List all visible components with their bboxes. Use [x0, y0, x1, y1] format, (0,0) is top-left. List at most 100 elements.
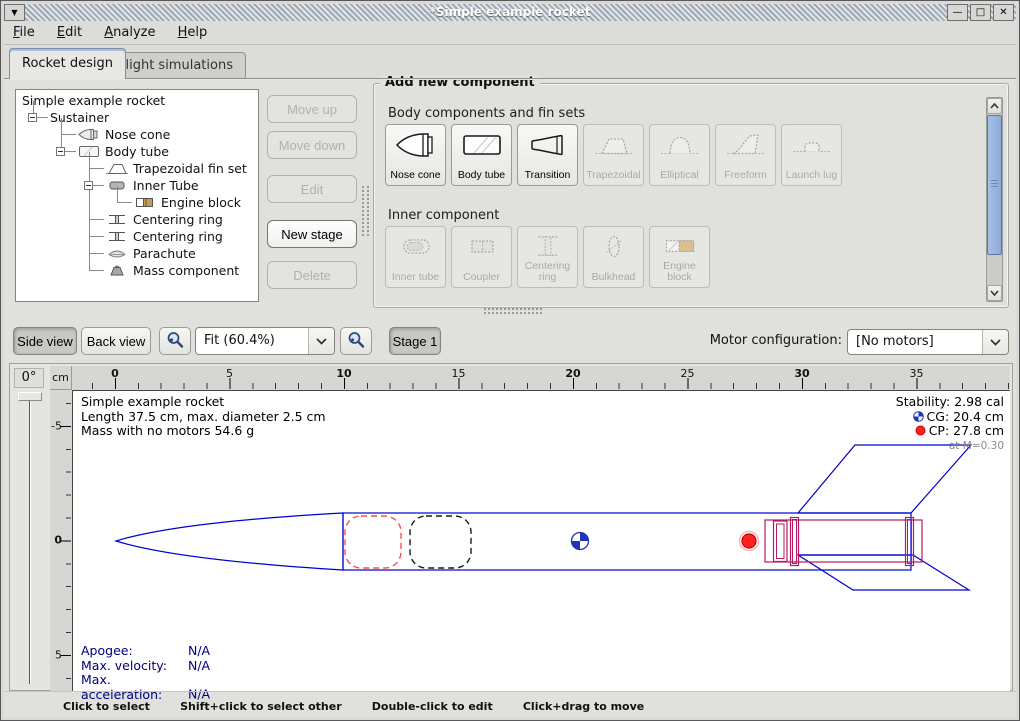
max-velocity-row: Max. velocity:N/A [81, 659, 210, 674]
tree-item-sustainer[interactable]: Sustainer Nose cone [50, 109, 258, 279]
tree-item-engine-block[interactable]: Engine block [134, 194, 258, 211]
rotation-slider-track[interactable] [29, 401, 31, 684]
close-button[interactable]: ✕ [993, 4, 1014, 21]
zoom-out-button[interactable] [159, 327, 191, 355]
add-coupler-button[interactable]: Coupler [451, 226, 512, 288]
rotation-slider-handle[interactable] [18, 392, 42, 401]
maximize-icon: □ [976, 7, 985, 18]
cp-marker [740, 532, 759, 551]
zoom-select[interactable]: Fit (60.4%) [195, 327, 335, 355]
inner-components-row: Inner tube Coupler Centering ring Bulkhe… [385, 226, 710, 288]
tree-item-parachute[interactable]: Parachute [106, 245, 258, 262]
scrollbar-thumb[interactable] [987, 115, 1002, 255]
comp-label: Trapezoidal [586, 170, 640, 181]
component-panel-scrollbar[interactable] [986, 97, 1003, 302]
rocket-info: Simple example rocket Length 37.5 cm, ma… [81, 395, 326, 439]
menu-edit[interactable]: Edit [48, 21, 91, 43]
add-inner-tube-button[interactable]: Inner tube [385, 226, 446, 288]
rocket-view-panel: 0° cm 0 5 10 15 20 25 30 35 -5 0 [9, 363, 1013, 691]
tree-label: Mass component [133, 263, 239, 278]
tree-label: Nose cone [105, 127, 170, 142]
edit-button[interactable]: Edit [267, 175, 357, 203]
magnifier-minus-icon [166, 331, 184, 349]
centering-ring-outline [791, 518, 799, 566]
stage-1-button[interactable]: Stage 1 [389, 327, 441, 355]
comp-label: Engine block [655, 261, 705, 283]
nose-cone-icon [394, 130, 438, 160]
motor-configuration-select[interactable]: [No motors] [847, 329, 1009, 355]
maximize-button[interactable]: □ [970, 4, 991, 21]
move-up-button[interactable]: Move up [267, 95, 357, 123]
add-centering-ring-button[interactable]: Centering ring [517, 226, 578, 288]
lower-fin-outline [798, 555, 969, 590]
add-freeform-fin-button[interactable]: Freeform [715, 124, 776, 186]
apogee-row: Apogee:N/A [81, 644, 210, 659]
tree-item-inner-tube[interactable]: Inner Tube Engine block [106, 177, 258, 211]
mach-note: at M=0.30 [896, 439, 1004, 454]
hint-double-click: Double-click to edit [372, 700, 493, 713]
v-ruler-label: 0 [54, 534, 62, 547]
component-tree[interactable]: Simple example rocket Sustainer Nose con… [15, 89, 259, 302]
tree-item-body-tube[interactable]: Body tube Trapezoidal fin set [78, 143, 258, 279]
tree-item-centering-ring-2[interactable]: Centering ring [106, 228, 258, 245]
add-body-tube-button[interactable]: Body tube [451, 124, 512, 186]
chevron-down-icon [316, 338, 327, 345]
stability-info: Stability: 2.98 cal CG: 20.4 cm CP: 27.8… [896, 395, 1004, 453]
side-view-button[interactable]: Side view [13, 327, 77, 355]
hint-shift-click: Shift+click to select other [180, 700, 342, 713]
comp-label: Bulkhead [588, 272, 640, 283]
h-ruler-label: 35 [910, 367, 924, 380]
minimize-button[interactable]: — [947, 4, 968, 21]
add-trapezoidal-fin-button[interactable]: Trapezoidal [583, 124, 644, 186]
zoom-select-arrow[interactable] [308, 328, 334, 354]
motor-configuration-arrow[interactable] [982, 330, 1008, 354]
comp-label: Nose cone [390, 170, 440, 181]
max-velocity-value: N/A [188, 658, 210, 673]
inner-tube-outline [765, 520, 922, 562]
minimize-icon: — [953, 7, 963, 18]
tree-item-nose-cone[interactable]: Nose cone [78, 126, 258, 143]
max-velocity-label: Max. velocity: [81, 659, 188, 674]
move-down-button[interactable]: Move down [267, 131, 357, 159]
tab-pane-edge [4, 78, 1016, 80]
tree-item-mass-component[interactable]: Mass component [106, 262, 258, 279]
zoom-in-button[interactable] [340, 327, 372, 355]
tree-label: Parachute [133, 246, 196, 261]
menu-help[interactable]: Help [169, 21, 217, 43]
comp-label: Elliptical [660, 170, 699, 181]
rotation-value: 0° [14, 368, 44, 388]
delete-button[interactable]: Delete [267, 261, 357, 289]
collapse-icon[interactable] [28, 113, 37, 122]
collapse-icon[interactable] [56, 147, 65, 156]
add-elliptical-fin-button[interactable]: Elliptical [649, 124, 710, 186]
tree-label: Body tube [105, 144, 169, 159]
tab-flight-simulations[interactable]: Flight simulations [105, 52, 246, 79]
coupler-icon [460, 232, 504, 262]
horizontal-ruler: 0 5 10 15 20 25 30 35 [72, 366, 1010, 390]
back-view-button[interactable]: Back view [81, 327, 151, 355]
tree-item-centering-ring-1[interactable]: Centering ring [106, 211, 258, 228]
menu-analyze[interactable]: Analyze [95, 21, 164, 43]
add-engine-block-button[interactable]: Engine block [649, 226, 710, 288]
upper-fin-outline [798, 445, 971, 513]
tree-item-trapezoidal-fin-set[interactable]: Trapezoidal fin set [106, 160, 258, 177]
scroll-up-button[interactable] [987, 98, 1002, 114]
launch-lug-icon [790, 130, 834, 160]
collapse-icon[interactable] [84, 181, 93, 190]
centering-ring-icon [526, 232, 570, 261]
motor-configuration-label: Motor configuration: [632, 333, 842, 348]
body-tube-icon [460, 130, 504, 160]
vertical-splitter[interactable] [362, 186, 369, 236]
horizontal-splitter[interactable] [484, 308, 542, 314]
tree-item-rocket[interactable]: Simple example rocket Sustainer Nose con… [22, 92, 258, 279]
add-transition-button[interactable]: Transition [517, 124, 578, 186]
add-launch-lug-button[interactable]: Launch lug [781, 124, 842, 186]
add-bulkhead-button[interactable]: Bulkhead [583, 226, 644, 288]
tab-rocket-design[interactable]: Rocket design [9, 48, 126, 79]
window-title: *Simple example rocket [4, 5, 1016, 19]
add-nose-cone-button[interactable]: Nose cone [385, 124, 446, 186]
menu-file[interactable]: File [4, 21, 44, 43]
rocket-canvas[interactable]: Simple example rocket Length 37.5 cm, ma… [72, 390, 1010, 692]
scroll-down-button[interactable] [987, 285, 1002, 301]
new-stage-button[interactable]: New stage [267, 220, 357, 248]
